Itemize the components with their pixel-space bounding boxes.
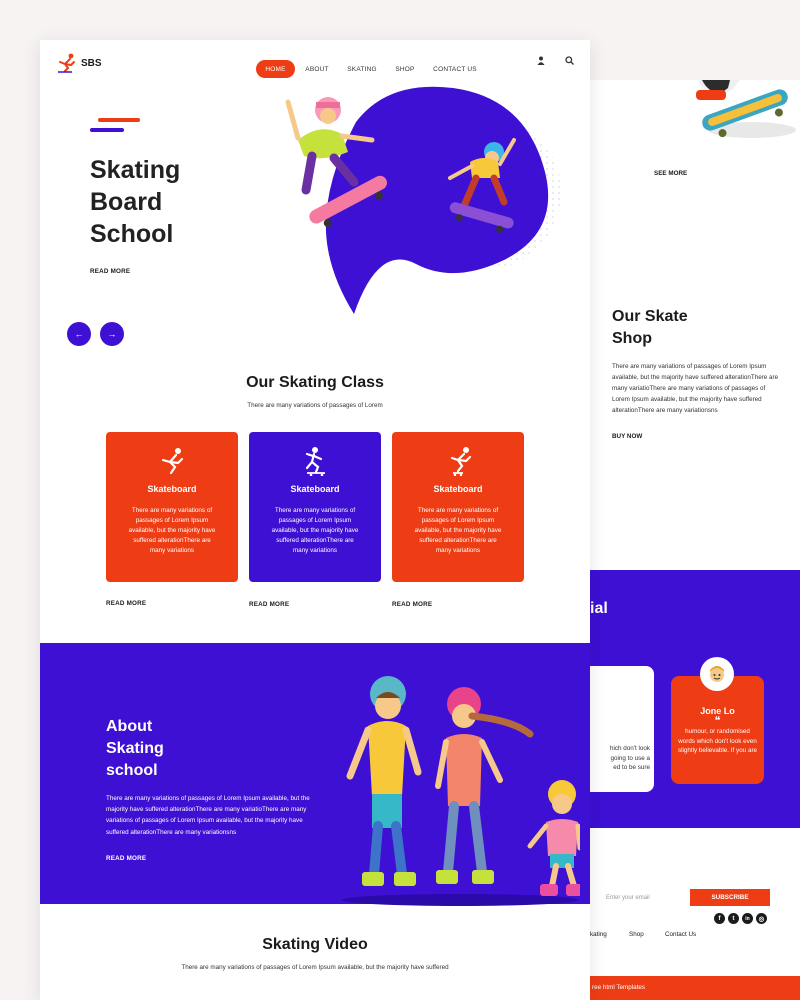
- hero-accent-line: [98, 118, 140, 122]
- testimonial-left-text: hich don't look going to use a ed to be …: [609, 745, 650, 771]
- skateboarder-illustration: [696, 80, 796, 138]
- about-title-line: About: [106, 718, 153, 735]
- skate-shop-title-line: Shop: [612, 330, 652, 347]
- footer-link-shop[interactable]: Shop: [629, 931, 644, 938]
- class-card[interactable]: Skateboard There are many variations of …: [249, 432, 381, 582]
- class-card-title: Skateboard: [290, 484, 340, 494]
- prev-arrow-button[interactable]: ←: [67, 322, 91, 346]
- class-card-text: There are many variations of passages of…: [271, 507, 359, 554]
- hero-title: Skating Board School: [90, 154, 180, 250]
- facebook-icon[interactable]: f: [714, 913, 725, 924]
- class-card-title: Skateboard: [433, 484, 483, 494]
- footer-link-contact[interactable]: Contact Us: [665, 931, 696, 938]
- class-card-title: Skateboard: [147, 484, 197, 494]
- classes-subtitle: There are many variations of passages of…: [247, 402, 383, 409]
- hero-read-more[interactable]: READ MORE: [90, 268, 130, 275]
- class-card-text: There are many variations of passages of…: [414, 507, 502, 554]
- roller-skaters-illustration: [342, 676, 580, 906]
- nav-about[interactable]: ABOUT: [300, 60, 334, 78]
- about-text: There are many variations of passages of…: [106, 795, 310, 836]
- quote-icon: ❝: [714, 715, 721, 727]
- email-input[interactable]: Enter your email: [598, 890, 680, 905]
- hero-title-line: Skating: [90, 156, 181, 184]
- logo[interactable]: SBS: [56, 52, 102, 74]
- logo-text: SBS: [81, 57, 102, 69]
- testimonial-title-fragment: ial: [590, 600, 608, 617]
- hero-illustration: [285, 86, 561, 314]
- front-page: SBS HOME ABOUT SKATING SHOP CONTACT US S…: [40, 40, 590, 1000]
- testimonial-card: Jone Lo ❝ humour, or randomised words wh…: [671, 676, 764, 784]
- testimonial-text: humour, or randomised words which don't …: [677, 728, 758, 754]
- skater-logo-icon: [58, 53, 75, 73]
- hero-title-line: Board: [90, 188, 163, 216]
- testimonial-card-left: hich don't look going to use a ed to be …: [590, 666, 654, 792]
- about-read-more[interactable]: READ MORE: [106, 855, 146, 862]
- avatar-face-icon: [710, 666, 724, 682]
- runner-icon: [161, 448, 184, 475]
- hero-title-line: School: [90, 220, 174, 248]
- classes-title: Our Skating Class: [246, 374, 384, 391]
- class-card-read-more[interactable]: READ MORE: [249, 601, 289, 608]
- video-subtitle: There are many variations of passages of…: [181, 964, 449, 971]
- footer-link-skating[interactable]: kating: [590, 931, 607, 938]
- inline-skater-icon: [450, 447, 472, 476]
- buy-now-link[interactable]: BUY NOW: [612, 433, 642, 440]
- twitter-icon[interactable]: t: [728, 913, 739, 924]
- class-card[interactable]: Skateboard There are many variations of …: [392, 432, 524, 582]
- skate-shop-title: Our Skate Shop: [612, 306, 688, 350]
- footer-bar: ree html Templates: [590, 976, 800, 1000]
- class-card[interactable]: Skateboard There are many variations of …: [106, 432, 238, 582]
- background-page: [590, 80, 800, 1000]
- nav-home[interactable]: HOME: [256, 60, 295, 78]
- next-arrow-button[interactable]: →: [100, 322, 124, 346]
- instagram-icon[interactable]: ◎: [756, 913, 767, 924]
- footer-bar-text: ree html Templates: [592, 984, 646, 991]
- about-title: About Skating school: [106, 716, 164, 782]
- skateboarder-icon: [305, 447, 325, 476]
- video-title: Skating Video: [262, 936, 368, 953]
- nav-contact-us[interactable]: CONTACT US: [430, 60, 480, 78]
- skate-shop-text: There are many variations of passages of…: [612, 363, 779, 414]
- linkedin-icon[interactable]: in: [742, 913, 753, 924]
- subscribe-button[interactable]: SUBSCRIBE: [690, 889, 770, 906]
- search-icon[interactable]: [565, 56, 574, 65]
- user-icon[interactable]: [537, 56, 545, 65]
- class-card-read-more[interactable]: READ MORE: [106, 600, 146, 607]
- skate-shop-title-line: Our Skate: [612, 308, 688, 325]
- about-title-line: Skating: [106, 740, 164, 757]
- hero-accent-line: [90, 128, 124, 132]
- nav-skating[interactable]: SKATING: [342, 60, 382, 78]
- nav-shop[interactable]: SHOP: [390, 60, 420, 78]
- class-card-read-more[interactable]: READ MORE: [392, 601, 432, 608]
- avatar: [700, 657, 734, 691]
- about-title-line: school: [106, 762, 158, 779]
- class-card-text: There are many variations of passages of…: [128, 507, 216, 554]
- see-more-link[interactable]: SEE MORE: [654, 170, 687, 177]
